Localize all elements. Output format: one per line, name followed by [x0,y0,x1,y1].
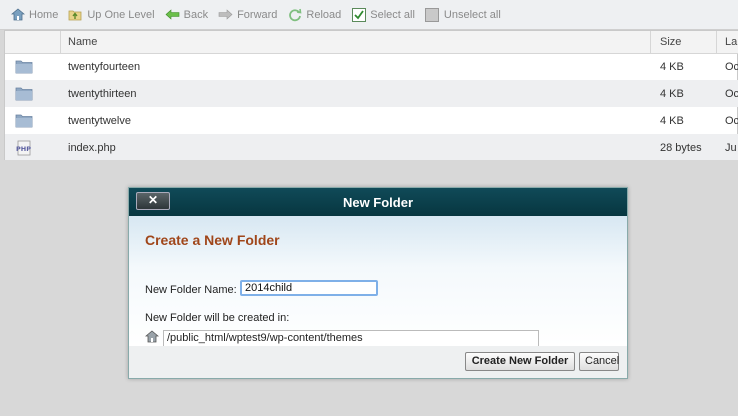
svg-text:PHP: PHP [16,145,31,153]
forward-button[interactable]: Forward [218,7,277,22]
home-icon [10,7,25,22]
folder-icon [15,113,35,129]
reload-button[interactable]: Reload [287,7,341,22]
file-last-modified: Oc [725,114,738,127]
dialog-body: Create a New Folder New Folder Name: New… [129,216,627,347]
create-new-folder-button[interactable]: Create New Folder [465,352,575,371]
column-divider [650,31,651,53]
select-all-label: Select all [370,8,415,21]
back-arrow-icon [165,7,180,22]
file-size: 4 KB [660,114,684,127]
php-file-icon: PHP [15,140,35,156]
column-header-last-modified[interactable]: La [725,36,737,48]
up-folder-icon [68,7,83,22]
file-list-header: Name Size La [5,31,738,54]
forward-arrow-icon [218,7,233,22]
file-size: 4 KB [660,60,684,73]
cancel-button[interactable]: Cancel [579,352,619,371]
close-button[interactable]: ✕ [136,192,170,210]
file-size: 28 bytes [660,141,702,154]
folder-path-field: /public_html/wptest9/wp-content/themes [163,330,539,347]
folder-icon [15,59,35,75]
dialog-footer: Create New Folder Cancel [129,346,627,378]
new-folder-dialog: ✕ New Folder Create a New Folder New Fol… [128,187,628,379]
folder-icon [15,86,35,102]
file-name: twentyfourteen [68,60,141,73]
home-label: Home [29,8,59,21]
folder-name-label: New Folder Name: [145,284,237,296]
file-name: index.php [68,141,116,154]
reload-label: Reload [306,8,342,21]
file-manager-toolbar: Home Up One Level Back Forward Reload Se… [0,0,738,30]
table-row[interactable]: twentytwelve 4 KB Oc [5,107,738,134]
back-button[interactable]: Back [165,7,208,22]
reload-icon [287,7,302,22]
file-name: twentythirteen [68,87,137,100]
location-label: New Folder will be created in: [145,312,290,324]
column-header-size[interactable]: Size [660,36,681,48]
home-icon [144,330,160,344]
table-row[interactable]: twentythirteen 4 KB Oc [5,80,738,107]
column-divider [716,31,717,53]
select-all-button[interactable]: Select all [351,7,415,22]
dialog-heading: Create a New Folder [145,232,280,248]
file-name: twentytwelve [68,114,131,127]
dialog-title: New Folder [342,194,414,210]
up-one-level-label: Up One Level [87,8,155,21]
table-row[interactable]: twentyfourteen 4 KB Oc [5,53,738,80]
checkbox-checked-icon [351,7,366,22]
column-header-name[interactable]: Name [68,36,97,48]
up-one-level-button[interactable]: Up One Level [68,7,155,22]
file-list: Name Size La twentyfourteen 4 KB Oc twen… [4,30,738,161]
unselect-all-button[interactable]: Unselect all [425,7,501,22]
unselect-all-label: Unselect all [443,8,501,21]
file-size: 4 KB [660,87,684,100]
dialog-title-bar: ✕ New Folder [129,188,627,216]
column-divider [60,31,61,53]
file-last-modified: Oc [725,60,738,73]
home-button[interactable]: Home [10,7,58,22]
checkbox-empty-icon [425,7,440,22]
folder-name-input[interactable] [240,280,378,296]
forward-label: Forward [237,8,278,21]
table-row[interactable]: PHP index.php 28 bytes Ju [5,134,738,161]
back-label: Back [183,8,209,21]
file-last-modified: Ju [725,141,737,154]
file-last-modified: Oc [725,87,738,100]
